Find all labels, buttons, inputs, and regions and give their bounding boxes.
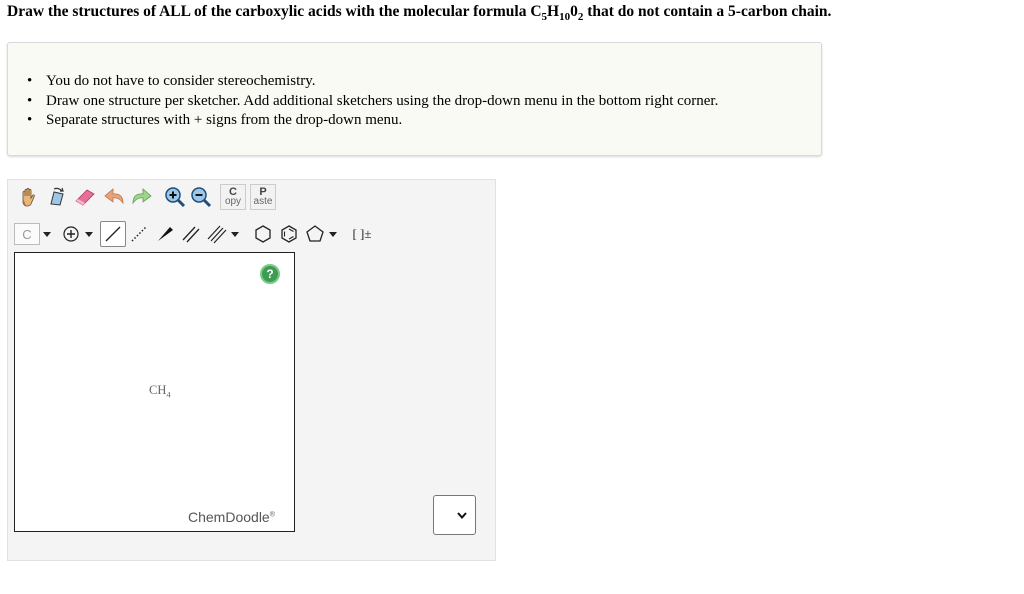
benzene-icon[interactable]	[276, 221, 302, 247]
chevron-down-icon[interactable]	[84, 221, 94, 247]
cyclohexane-icon[interactable]	[250, 221, 276, 247]
chevron-down-icon[interactable]	[42, 221, 52, 247]
triple-bond-icon[interactable]	[204, 221, 230, 247]
instruction-item: Draw one structure per sketcher. Add add…	[27, 92, 718, 112]
instructions-box: You do not have to consider stereochemis…	[7, 42, 822, 156]
dashed-bond-icon[interactable]	[126, 221, 152, 247]
charge-bracket-button[interactable]: [ ]±	[348, 221, 376, 247]
chemdoodle-logo: ChemDoodle®	[188, 509, 275, 525]
chevron-down-icon[interactable]	[328, 221, 338, 247]
sketcher-dropdown[interactable]	[433, 495, 476, 535]
charge-plus-icon[interactable]	[58, 221, 84, 247]
cyclopentane-icon[interactable]	[302, 221, 328, 247]
copy-button[interactable]: Copy	[220, 184, 246, 210]
instructions-list: You do not have to consider stereochemis…	[27, 72, 718, 131]
hand-icon[interactable]	[16, 184, 42, 210]
single-bond-icon[interactable]	[100, 221, 126, 247]
zoom-in-icon[interactable]	[162, 184, 188, 210]
question-text: Draw the structures of ALL of the carbox…	[7, 3, 832, 24]
chevron-down-icon	[457, 511, 467, 519]
lasso-icon[interactable]	[44, 184, 70, 210]
zoom-out-icon[interactable]	[188, 184, 214, 210]
undo-icon[interactable]	[102, 184, 128, 210]
instruction-item: You do not have to consider stereochemis…	[27, 72, 718, 92]
paste-button[interactable]: Paste	[250, 184, 276, 210]
toolbar-row-1: Copy Paste	[16, 183, 276, 211]
element-selector[interactable]: C	[14, 223, 40, 245]
wedge-bond-icon[interactable]	[152, 221, 178, 247]
help-button[interactable]: ?	[260, 264, 280, 284]
toolbar-row-2: C [ ]±	[14, 220, 376, 248]
drawing-canvas[interactable]: ? CH4 ChemDoodle®	[14, 252, 295, 532]
redo-icon[interactable]	[128, 184, 154, 210]
instruction-item: Separate structures with + signs from th…	[27, 111, 718, 131]
eraser-icon[interactable]	[72, 184, 98, 210]
chevron-down-icon[interactable]	[230, 221, 240, 247]
molecule-label: CH4	[149, 383, 171, 400]
double-bond-icon[interactable]	[178, 221, 204, 247]
